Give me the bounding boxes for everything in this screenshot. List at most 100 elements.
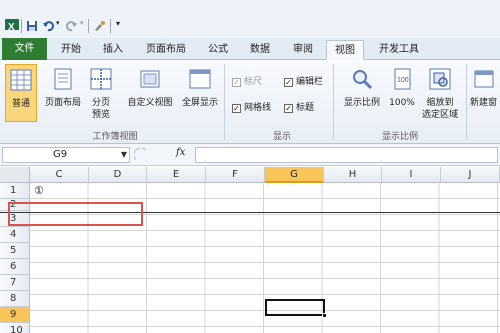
row-header-10[interactable]: 10 [0,323,30,333]
group-label-workbook-views: 工作簿视图 [92,132,138,142]
zoom-100-label: 100% [389,98,415,108]
gridlines-checkbox[interactable]: ✓ 网格线 [232,102,271,114]
tab-review[interactable]: 审阅 [287,40,319,60]
annotation-highlight-box [8,202,143,226]
ruler-check-icon: ✓ [232,78,241,87]
group-separator [224,64,225,140]
select-all-corner[interactable] [0,167,30,183]
row-header-5[interactable]: 5 [0,243,30,259]
qat-separator [88,19,89,33]
page-break-label-1: 分页 [91,98,110,108]
undo-icon[interactable] [42,20,54,32]
row-header-1[interactable]: 1 [0,183,30,199]
tab-home[interactable]: 开始 [55,40,87,60]
active-cell-g9[interactable] [265,299,327,318]
page-layout-icon [54,68,72,90]
group-label-show: 显示 [272,132,291,142]
custom-views-label: 自定义视图 [127,98,173,108]
tab-file[interactable]: 文件 [2,38,47,60]
page-layout-view-button[interactable]: 页面布局 [42,64,84,122]
zoom-magnifier-icon [353,70,373,90]
zoom-selection-label-2: 选定区域 [421,110,458,120]
custom-views-icon [140,70,160,88]
row-header-8[interactable]: 8 [0,291,30,307]
group-separator [466,64,467,140]
tab-page-layout[interactable]: 页面布局 [140,40,192,60]
formula-bar-label: 编辑栏 [296,77,324,87]
full-screen-label: 全屏显示 [181,98,218,108]
excel-logo-icon: X [5,19,19,30]
column-header-i[interactable]: I [382,167,441,183]
headings-label: 标题 [296,103,315,113]
normal-view-icon [10,69,32,91]
undo-dropdown-icon[interactable]: ▾ [56,19,60,27]
group-label-zoom: 显示比例 [381,132,418,142]
ruler-label: 标尺 [244,77,263,87]
ruler-checkbox[interactable]: ✓ 标尺 [232,76,262,88]
column-header-d[interactable]: D [89,167,147,183]
ribbon-tabs: 文件 开始 插入 页面布局 公式 数据 审阅 视图 开发工具 [0,38,500,60]
zoom-label: 显示比例 [343,98,380,108]
page-break-label-2: 预览 [91,110,110,120]
normal-view-button[interactable]: 普通 [5,64,37,122]
ribbon-view: 普通 页面布局 分页 预览 自定义视图 全屏显示 工作簿视图 ✓ 标尺 ✓ 编辑… [0,60,500,144]
zoom-button[interactable]: 显示比例 [339,64,385,122]
qat-separator [21,19,22,33]
formula-bar-check-icon: ✓ [284,78,293,87]
tab-data[interactable]: 数据 [244,40,276,60]
qat-separator [110,19,111,33]
customize-icon[interactable] [93,20,107,32]
full-screen-icon [189,69,211,89]
column-header-c[interactable]: C [30,167,89,183]
zoom-100-button[interactable]: 100 100% [386,64,418,122]
name-box-value: G9 [53,149,68,160]
column-header-f[interactable]: F [206,167,265,183]
headings-checkbox[interactable]: ✓ 标题 [284,102,314,114]
save-icon[interactable] [26,20,38,32]
qat-more-icon[interactable]: ▾ [116,19,120,28]
row-header-7[interactable]: 7 [0,275,30,291]
resize-handle-icon[interactable] [134,148,148,162]
svg-text:100: 100 [397,77,409,84]
formula-input[interactable] [195,147,498,163]
zoom-100-icon: 100 [394,68,411,90]
name-box-dropdown-icon[interactable]: ▼ [121,148,127,162]
tab-formulas[interactable]: 公式 [203,40,233,60]
tab-view[interactable]: 视图 [326,40,364,60]
svg-text:X: X [8,22,15,30]
tab-insert[interactable]: 插入 [97,40,129,60]
zoom-selection-label-1: 缩放到 [426,98,454,108]
column-header-g[interactable]: G [265,167,324,183]
name-box[interactable]: G9 ▼ [2,147,130,163]
page-layout-label: 页面布局 [44,98,81,108]
new-window-icon [474,70,494,88]
formula-bar-checkbox[interactable]: ✓ 编辑栏 [284,76,323,88]
quick-access-toolbar: X ▾ ▾ ▾ [0,0,500,38]
row-header-9[interactable]: 9 [0,307,30,323]
zoom-to-selection-icon [429,68,451,90]
group-separator [333,64,334,140]
column-header-j[interactable]: J [441,167,500,183]
zoom-to-selection-button[interactable]: 缩放到 选定区域 [418,64,462,122]
row-header-4[interactable]: 4 [0,227,30,243]
tab-developer[interactable]: 开发工具 [373,40,425,60]
row-header-6[interactable]: 6 [0,259,30,275]
new-window-button[interactable]: 新建窗 [470,64,500,122]
full-screen-button[interactable]: 全屏显示 [179,64,221,122]
page-break-preview-button[interactable]: 分页 预览 [86,64,116,122]
page-break-preview-icon [90,68,112,90]
gridlines-check-icon: ✓ [232,104,241,113]
redo-dropdown-icon[interactable]: ▾ [80,19,84,27]
cell-c1[interactable]: ① [34,184,44,197]
headings-check-icon: ✓ [284,104,293,113]
column-header-e[interactable]: E [147,167,206,183]
normal-view-label: 普通 [11,99,30,109]
custom-views-button[interactable]: 自定义视图 [121,64,179,122]
redo-icon[interactable] [66,20,78,32]
gridlines-label: 网格线 [244,103,272,113]
formula-bar: G9 ▼ fx [0,144,500,166]
column-header-h[interactable]: H [324,167,382,183]
insert-function-button[interactable]: fx [176,147,185,158]
new-window-label: 新建窗 [470,98,498,108]
fill-handle[interactable] [322,313,327,318]
